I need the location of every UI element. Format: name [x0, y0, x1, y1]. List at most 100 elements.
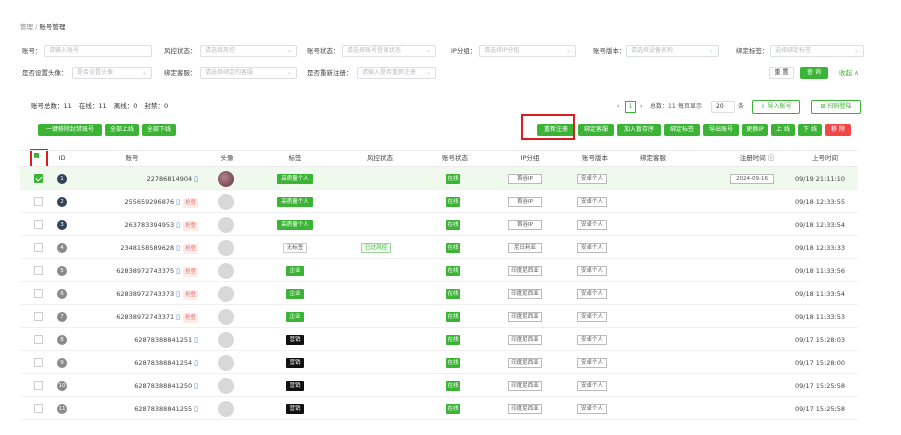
- phone-icon: ▯: [176, 312, 180, 321]
- account-number[interactable]: 62878388841254: [134, 359, 192, 367]
- tag-badge: 高质量个人: [277, 219, 313, 230]
- status-badge: 在线: [446, 196, 460, 207]
- avatar: [218, 239, 234, 256]
- stat-online: 在线：11: [78, 102, 107, 110]
- avatar: [218, 331, 234, 348]
- account-number[interactable]: 2348158589628: [120, 244, 174, 252]
- version-filter-label: 账号版本：: [593, 47, 626, 55]
- last-login-time: 09/17 15:28:00: [795, 358, 845, 367]
- risk-filter-label: 风控状态：: [164, 47, 197, 55]
- account-number[interactable]: 62838972743371: [116, 313, 174, 321]
- warn-badge: 抢登: [182, 220, 198, 231]
- row-checkbox[interactable]: [34, 219, 43, 229]
- version-select[interactable]: 请选择设备名称 ⌄: [626, 45, 719, 57]
- page-prev[interactable]: ‹: [617, 101, 619, 113]
- bind-tag-button[interactable]: 绑定标签: [664, 124, 700, 136]
- select-all-checkbox[interactable]: [34, 153, 39, 158]
- account-number[interactable]: 62878388841251: [134, 336, 192, 344]
- account-input-placeholder: 请输入账号: [49, 47, 80, 54]
- version-badge: 安卓个人: [577, 265, 607, 276]
- risk-select[interactable]: 请选择风控 ⌄: [200, 45, 297, 57]
- account-filter-label: 账号：: [22, 47, 42, 55]
- account-number[interactable]: 255659296876: [124, 198, 174, 206]
- column-lastlogin: 上号时间: [812, 154, 838, 162]
- sweep-login-button[interactable]: ⊞ 扫码登陆: [811, 100, 861, 114]
- version-badge: 安卓个人: [577, 357, 607, 368]
- chevron-down-icon: ⌄: [286, 69, 292, 76]
- account-number[interactable]: 62878388841255: [134, 405, 192, 413]
- ip-group-badge: 尼日利亚: [508, 242, 542, 253]
- breadcrumb-parent[interactable]: 管理: [20, 23, 33, 31]
- tag-badge: 企业: [286, 265, 304, 276]
- chevron-down-icon: ⌄: [286, 47, 292, 54]
- account-input[interactable]: 请输入账号: [44, 45, 152, 57]
- last-login-time: 09/18 12:33:33: [795, 243, 845, 252]
- reset-button[interactable]: 重 置: [769, 67, 794, 79]
- phone-icon: ▯: [176, 220, 180, 229]
- row-id-badge: 10: [57, 380, 67, 391]
- change-ip-button[interactable]: 更换IP: [742, 124, 768, 136]
- add-queue-button[interactable]: 加入暂存序: [617, 124, 661, 136]
- bind-cs-select-placeholder: 请选择绑定的客服: [205, 69, 254, 76]
- ip-group-badge: 首谷IP: [508, 219, 542, 230]
- highlight-box-reregister: [521, 114, 575, 140]
- row-id-badge: 11: [57, 403, 67, 414]
- offline-button[interactable]: 下 线: [798, 124, 822, 136]
- reregister-filter-label: 是否重新注册：: [307, 69, 353, 77]
- chevron-down-icon: ⌄: [853, 47, 859, 54]
- page-current[interactable]: 1: [625, 101, 636, 113]
- row-checkbox[interactable]: [34, 380, 43, 390]
- stat-total: 账号总数：11: [31, 102, 72, 110]
- status-badge: 在线: [446, 380, 460, 391]
- account-cell: 62838972743371 ▯ 抢登: [80, 312, 198, 323]
- bind-cs-select[interactable]: 请选择绑定的客服 ⌄: [200, 67, 297, 79]
- account-number[interactable]: 62878388841250: [134, 382, 192, 390]
- account-number[interactable]: 62838972743373: [116, 290, 174, 298]
- risk-select-placeholder: 请选择风控: [205, 47, 236, 54]
- remove-banned-button[interactable]: 一键移除封禁账号: [38, 124, 102, 136]
- phone-icon: ▯: [176, 266, 180, 275]
- last-login-time: 09/18 11:33:54: [795, 289, 845, 298]
- per-page-value: 20: [716, 103, 724, 110]
- acc-status-select[interactable]: 请选择账号登录状态 ⌄: [342, 45, 436, 57]
- row-checkbox[interactable]: [34, 334, 43, 344]
- ip-group-badge: 首谷IP: [508, 196, 542, 207]
- export-account-button[interactable]: 导出账号: [703, 124, 739, 136]
- version-badge: 安卓个人: [577, 242, 607, 253]
- ip-select-placeholder: 请选择IP分组: [484, 47, 520, 54]
- warn-badge: 抢登: [182, 243, 198, 254]
- collapse-link[interactable]: 收起 ∧: [839, 66, 859, 80]
- row-checkbox[interactable]: [34, 288, 43, 298]
- row-checkbox[interactable]: [34, 265, 43, 275]
- bind-tag-select-placeholder: 选择绑定标签: [775, 47, 812, 54]
- account-number[interactable]: 22786814904: [147, 175, 193, 183]
- page-next[interactable]: ›: [640, 101, 642, 113]
- avatar-select[interactable]: 是否设置头像 ⌄: [72, 67, 152, 79]
- account-number[interactable]: 263783394953: [124, 221, 174, 229]
- row-checkbox[interactable]: [34, 311, 43, 321]
- last-login-time: 09/17 15:28:03: [795, 335, 845, 344]
- per-page-input[interactable]: 20: [711, 101, 735, 113]
- ip-select[interactable]: 请选择IP分组 ⌄: [479, 45, 576, 57]
- phone-icon: ▯: [176, 243, 180, 252]
- remove-button[interactable]: 移 除: [825, 124, 851, 136]
- online-button[interactable]: 上 线: [771, 124, 795, 136]
- row-checkbox[interactable]: [34, 242, 43, 252]
- all-offline-button[interactable]: 全部下线: [142, 124, 176, 136]
- bind-tag-select[interactable]: 选择绑定标签 ⌄: [770, 45, 864, 57]
- row-checkbox[interactable]: [34, 357, 43, 367]
- bind-cs-button[interactable]: 绑定客服: [578, 124, 614, 136]
- row-checkbox[interactable]: [34, 173, 43, 183]
- query-button[interactable]: 查 询: [800, 67, 828, 79]
- row-checkbox[interactable]: [34, 196, 43, 206]
- reregister-select[interactable]: 请输入是否重新注册 ⌄: [357, 67, 436, 79]
- import-account-button[interactable]: ⇩ 导入账号: [752, 100, 800, 114]
- account-cell: 62878388841251 ▯: [80, 336, 198, 344]
- column-version: 账号版本: [582, 154, 608, 162]
- avatar-select-placeholder: 是否设置头像: [77, 69, 114, 76]
- column-account: 账号: [125, 154, 139, 162]
- account-number[interactable]: 62838972743375: [116, 267, 174, 275]
- tag-badge: 营销: [286, 380, 304, 391]
- all-online-button[interactable]: 全部上线: [105, 124, 139, 136]
- row-checkbox[interactable]: [34, 403, 43, 413]
